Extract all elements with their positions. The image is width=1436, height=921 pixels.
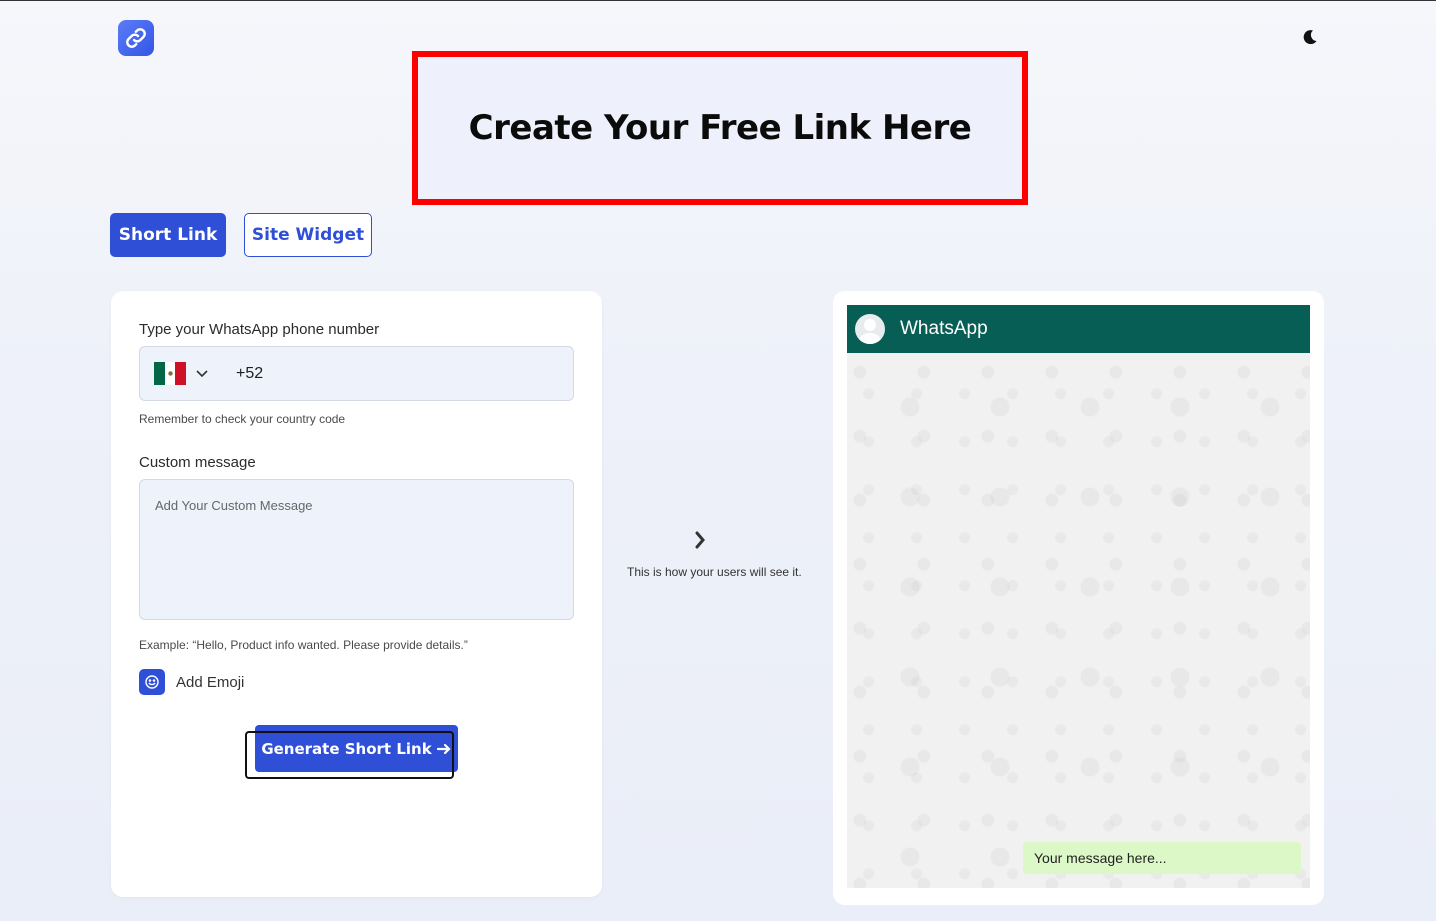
generate-button-label: Generate Short Link bbox=[261, 739, 432, 758]
link-form-card: Type your WhatsApp phone number +52 Reme… bbox=[111, 291, 602, 897]
phone-label: Type your WhatsApp phone number bbox=[139, 321, 380, 338]
phone-hint: Remember to check your country code bbox=[139, 412, 346, 426]
message-bubble: Your message here... bbox=[1023, 842, 1301, 874]
avatar-icon bbox=[855, 314, 885, 344]
emoji-icon[interactable] bbox=[139, 669, 165, 695]
country-code-value[interactable]: +52 bbox=[236, 365, 263, 383]
custom-message-textarea[interactable]: Add Your Custom Message bbox=[139, 479, 574, 620]
phone-input-field[interactable]: +52 bbox=[139, 346, 574, 401]
generate-short-link-button[interactable]: Generate Short Link bbox=[255, 725, 458, 772]
whatsapp-preview-card: WhatsApp Your message here... bbox=[833, 291, 1324, 905]
whatsapp-header: WhatsApp bbox=[847, 305, 1310, 353]
chevron-right-icon bbox=[690, 530, 710, 550]
hero-highlight-box: Create Your Free Link Here bbox=[412, 51, 1028, 205]
tab-site-widget[interactable]: Site Widget bbox=[244, 213, 372, 257]
dark-mode-moon-icon[interactable] bbox=[1300, 27, 1320, 47]
message-label: Custom message bbox=[139, 454, 256, 471]
whatsapp-chat-body: Your message here... bbox=[847, 353, 1310, 888]
logo-link-icon[interactable] bbox=[118, 20, 154, 56]
preview-caption: This is how your users will see it. bbox=[627, 565, 802, 579]
page-title: Create Your Free Link Here bbox=[468, 108, 972, 148]
add-emoji-label[interactable]: Add Emoji bbox=[176, 674, 244, 691]
arrow-right-icon bbox=[436, 743, 451, 754]
whatsapp-title: WhatsApp bbox=[900, 318, 988, 339]
tab-short-link[interactable]: Short Link bbox=[110, 213, 226, 257]
mexico-flag-icon[interactable] bbox=[154, 362, 187, 385]
top-border bbox=[0, 0, 1436, 1]
message-example: Example: “Hello, Product info wanted. Pl… bbox=[139, 638, 468, 652]
chevron-down-icon[interactable] bbox=[194, 365, 210, 381]
